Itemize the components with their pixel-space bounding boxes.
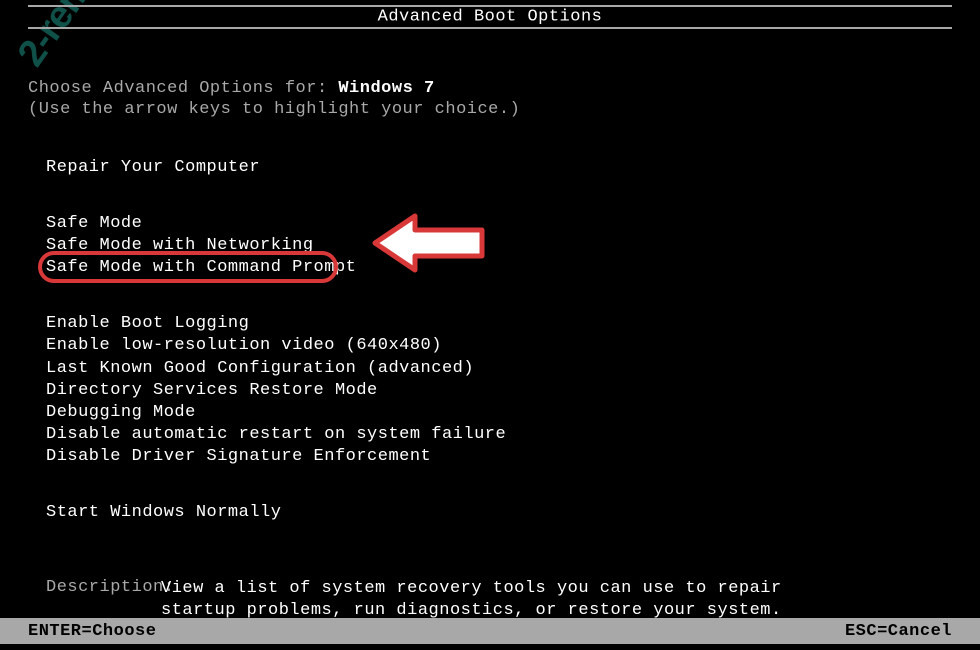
menu-safe-mode[interactable]: Safe Mode	[28, 213, 952, 235]
menu-last-known[interactable]: Last Known Good Configuration (advanced)	[28, 358, 952, 380]
footer-enter: ENTER=Choose	[28, 622, 156, 641]
menu-no-driver-sig[interactable]: Disable Driver Signature Enforcement	[28, 446, 952, 468]
footer-bar: ENTER=Choose ESC=Cancel	[0, 618, 980, 644]
footer-esc: ESC=Cancel	[845, 622, 952, 641]
title-bar: Advanced Boot Options	[28, 5, 952, 29]
menu-debug[interactable]: Debugging Mode	[28, 402, 952, 424]
menu-safe-mode-networking[interactable]: Safe Mode with Networking	[28, 235, 952, 257]
menu-low-res[interactable]: Enable low-resolution video (640x480)	[28, 335, 952, 357]
hint-line: (Use the arrow keys to highlight your ch…	[28, 100, 952, 119]
content-area: Choose Advanced Options for: Windows 7 (…	[28, 79, 952, 622]
menu-no-auto-restart[interactable]: Disable automatic restart on system fail…	[28, 424, 952, 446]
page-title: Advanced Boot Options	[372, 8, 609, 27]
menu-boot-logging[interactable]: Enable Boot Logging	[28, 313, 952, 335]
menu-repair[interactable]: Repair Your Computer	[28, 157, 952, 179]
os-name: Windows 7	[338, 79, 434, 98]
description-line-1: View a list of system recovery tools you…	[161, 578, 782, 600]
instruction-prefix: Choose Advanced Options for:	[28, 79, 338, 98]
description-block: Description: View a list of system recov…	[28, 578, 952, 622]
menu-ds-restore[interactable]: Directory Services Restore Mode	[28, 380, 952, 402]
description-label: Description:	[46, 578, 161, 597]
menu-start-normally[interactable]: Start Windows Normally	[28, 502, 952, 524]
menu-safe-mode-cmd-label: Safe Mode with Command Prompt	[46, 258, 356, 277]
menu-safe-mode-cmd[interactable]: Safe Mode with Command Prompt	[28, 257, 952, 279]
boot-screen: Advanced Boot Options Choose Advanced Op…	[0, 0, 980, 650]
description-text: View a list of system recovery tools you…	[161, 578, 782, 622]
instruction-line: Choose Advanced Options for: Windows 7	[28, 79, 952, 98]
